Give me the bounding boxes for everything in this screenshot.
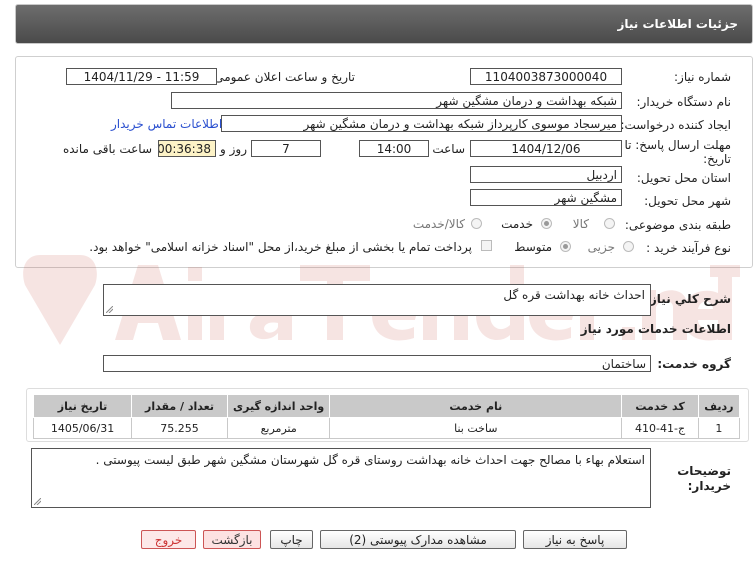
remaining-time-label: ساعت باقی مانده — [62, 142, 152, 156]
deadline-date-field: 1404/12/06 — [470, 140, 622, 157]
services-section-title: اطلاعات خدمات مورد نیاز — [580, 322, 731, 336]
need-number-label: شماره نیاز: — [674, 70, 731, 84]
days-remaining-field: 7 — [251, 140, 321, 157]
announce-datetime-field: 1404/11/29 - 11:59 — [66, 68, 217, 85]
announce-label: تاریخ و ساعت اعلان عمومی: — [210, 70, 355, 84]
page-title: جزئیات اطلاعات نیاز — [617, 17, 738, 31]
buyer-notes-field: استعلام بهاء با مصالح جهت احداث خانه بهد… — [31, 448, 651, 508]
category-option-goods: کالا — [572, 217, 589, 231]
back-button[interactable]: بازگشت — [203, 530, 261, 549]
buyer-contact-link[interactable]: اطلاعات تماس خریدار — [111, 117, 222, 131]
column-header-need-date: تاریخ نیاز — [32, 394, 133, 418]
category-radio-service[interactable] — [541, 218, 552, 229]
category-radio-goods-service[interactable] — [471, 218, 482, 229]
category-radio-goods[interactable] — [604, 218, 615, 229]
province-label: استان محل تحویل: — [636, 171, 731, 185]
creator-field: میرسجاد موسوی کارپرداز شبکه بهداشت و درم… — [221, 115, 622, 132]
resize-handle-icon[interactable] — [106, 306, 113, 313]
column-header-unit: واحد اندازه گیری — [226, 394, 331, 418]
treasury-payment-checkbox[interactable] — [481, 240, 492, 251]
deadline-time-label: ساعت — [432, 142, 465, 156]
process-option-minor: جزیی — [587, 240, 615, 254]
need-details-panel — [15, 56, 753, 268]
column-header-quantity: تعداد / مقدار — [131, 394, 228, 418]
deadline-label: مهلت ارسال پاسخ: تا — [624, 138, 731, 152]
cell-service-code: ج-41-410 — [621, 417, 699, 439]
reply-to-need-button[interactable]: پاسخ به نیاز — [523, 530, 627, 549]
cell-need-date: 1405/06/31 — [32, 417, 133, 439]
city-field: مشگین شهر — [470, 189, 622, 206]
cell-quantity: 75.255 — [131, 417, 228, 439]
buyer-notes-label-2: خریدار: — [687, 479, 731, 493]
column-header-service-name: نام خدمت — [329, 394, 623, 418]
buyer-org-field: شبکه بهداشت و درمان مشگین شهر — [171, 92, 622, 109]
process-type-label: نوع فرآیند خرید : — [646, 241, 731, 255]
days-label: روز و — [220, 142, 247, 156]
resize-handle-icon[interactable] — [34, 498, 41, 505]
summary-field: احداث خانه بهداشت قره گل — [103, 284, 651, 316]
province-field: اردبیل — [470, 166, 622, 183]
process-radio-medium[interactable] — [560, 241, 571, 252]
buyer-notes-text: استعلام بهاء با مصالح جهت احداث خانه بهد… — [95, 453, 645, 467]
category-option-service: خدمت — [501, 217, 533, 231]
buyer-notes-label: توضیحات — [677, 464, 731, 478]
column-header-service-code: کد خدمت — [621, 394, 699, 418]
service-group-field: ساختمان — [103, 355, 651, 372]
view-attachments-button[interactable]: مشاهده مدارک پیوستی (2) — [320, 530, 516, 549]
treasury-payment-note: پرداخت تمام یا بخشی از مبلغ خرید،از محل … — [89, 240, 472, 254]
service-group-label: گروه خدمت: — [657, 357, 731, 371]
need-number-field: 1104003873000040 — [470, 68, 622, 85]
summary-text: احداث خانه بهداشت قره گل — [503, 288, 645, 302]
creator-label: ایجاد کننده درخواست: — [620, 118, 731, 132]
remaining-time-field: 00:36:38 — [158, 140, 216, 157]
buyer-org-label: نام دستگاه خریدار: — [636, 95, 732, 109]
exit-button[interactable]: خروج — [141, 530, 196, 549]
process-radio-minor[interactable] — [623, 241, 634, 252]
table-row: 1 ج-41-410 ساخت بنا مترمربع 75.255 1405/… — [32, 417, 741, 439]
page-header: جزئیات اطلاعات نیاز — [15, 4, 753, 44]
print-button[interactable]: چاپ — [270, 530, 313, 549]
category-option-goods-service: کالا/خدمت — [412, 217, 465, 231]
column-header-row-number: ردیف — [697, 394, 741, 418]
city-label: شهر محل تحویل: — [644, 194, 731, 208]
deadline-time-field: 14:00 — [359, 140, 429, 157]
table-header-row: ردیف کد خدمت نام خدمت واحد اندازه گیری ت… — [32, 394, 741, 418]
process-option-medium: متوسط — [514, 240, 552, 254]
category-label: طبقه بندی موضوعی: — [624, 218, 731, 232]
summary-label: شرح کلي نياز: — [645, 292, 731, 306]
cell-unit: مترمربع — [226, 417, 331, 439]
cell-row-number: 1 — [697, 417, 741, 439]
services-table: ردیف کد خدمت نام خدمت واحد اندازه گیری ت… — [32, 394, 741, 439]
deadline-date-label: تاریخ: — [703, 152, 731, 166]
cell-service-name: ساخت بنا — [329, 417, 623, 439]
